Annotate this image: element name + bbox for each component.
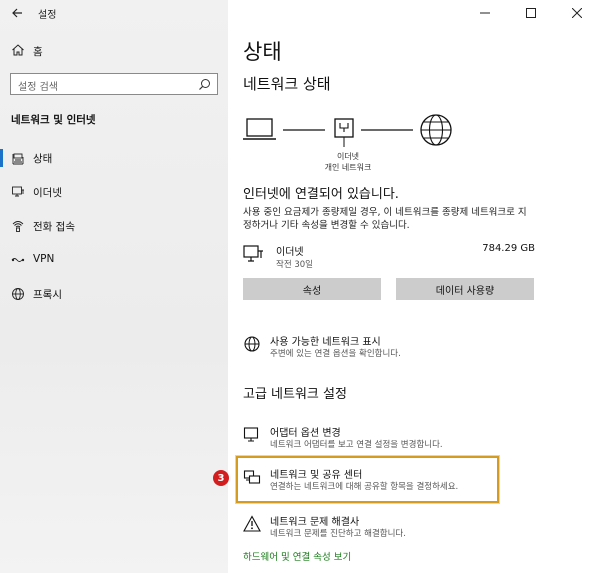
sidebar-item-label: 상태 <box>33 153 53 165</box>
network-status-title: 네트워크 상태 <box>243 75 331 93</box>
ethernet-icon <box>12 186 24 197</box>
sidebar-item-label: 프록시 <box>33 289 62 301</box>
search-icon <box>199 79 210 90</box>
show-networks-link[interactable]: 사용 가능한 네트워크 표시 주변에 있는 연결 옵션을 확인합니다. <box>243 333 573 363</box>
sidebar-item-label: 홈 <box>33 46 43 58</box>
sidebar-item-label: VPN <box>33 253 55 265</box>
sidebar-item-label: 이더넷 <box>33 187 62 199</box>
link-title: 네트워크 및 공유 센터 <box>270 470 363 481</box>
back-button[interactable] <box>8 4 26 22</box>
app-title: 설정 <box>38 10 57 21</box>
internet-globe-icon <box>420 114 452 146</box>
laptop-icon <box>243 118 276 140</box>
sidebar-item-dialup[interactable]: 전화 접속 <box>0 214 228 238</box>
connection-status-description: 사용 중인 요금제가 종량제일 경우, 이 네트워크를 종량제 네트워크로 지정… <box>243 207 527 231</box>
data-usage-button[interactable]: 데이터 사용량 <box>396 278 534 300</box>
sidebar-section-title: 네트워크 및 인터넷 <box>11 114 96 126</box>
close-icon <box>572 8 582 18</box>
title-bar: 설정 <box>0 0 228 26</box>
window-controls <box>462 0 600 26</box>
ethernet-connection-row: 이더넷 작전 30일 784.29 GB <box>243 241 535 273</box>
page-title: 상태 <box>243 40 282 64</box>
link-title: 어댑터 옵션 변경 <box>270 428 341 439</box>
advanced-settings-heading: 고급 네트워크 설정 <box>243 387 347 402</box>
sidebar-item-status[interactable]: 상태 <box>0 146 228 170</box>
link-description: 네트워크 어댑터를 보고 연결 설정을 변경합니다. <box>270 440 443 450</box>
sidebar-item-home[interactable]: 홈 <box>0 40 228 62</box>
globe-network-icon <box>244 336 260 352</box>
dialup-icon <box>12 221 24 232</box>
warning-icon <box>243 515 261 532</box>
active-indicator <box>0 149 3 167</box>
ethernet-icon <box>243 245 263 262</box>
search-placeholder: 설정 검색 <box>18 82 58 93</box>
sharing-center-icon <box>243 470 261 484</box>
sidebar-item-proxy[interactable]: 프록시 <box>0 282 228 306</box>
connection-status-heading: 인터넷에 연결되어 있습니다. <box>243 187 399 202</box>
maximize-button[interactable] <box>508 0 554 26</box>
sidebar-item-ethernet[interactable]: 이더넷 <box>0 180 228 204</box>
sidebar-item-vpn[interactable]: VPN <box>0 248 228 272</box>
home-icon <box>12 44 24 56</box>
minimize-button[interactable] <box>462 0 508 26</box>
link-description: 네트워크 문제를 진단하고 해결합니다. <box>270 529 406 539</box>
link-description: 연결하는 네트워크에 대해 공유할 항목을 결정하세요. <box>270 482 459 492</box>
adapter-name-label: 이더넷 <box>336 152 360 161</box>
properties-button[interactable]: 속성 <box>243 278 381 300</box>
link-title: 네트워크 문제 해결사 <box>270 517 360 528</box>
back-arrow-icon <box>12 8 22 18</box>
connection-name: 이더넷 <box>276 247 304 258</box>
network-troubleshooter-link[interactable]: 네트워크 문제 해결사 네트워크 문제를 진단하고 해결합니다. <box>243 513 573 543</box>
hardware-properties-link[interactable]: 하드웨어 및 연결 속성 보기 <box>243 549 351 563</box>
network-sharing-center-link[interactable]: 네트워크 및 공유 센터 연결하는 네트워크에 대해 공유할 항목을 결정하세요… <box>243 466 573 496</box>
search-input[interactable]: 설정 검색 <box>10 73 218 95</box>
sidebar-item-label: 전화 접속 <box>33 221 75 233</box>
maximize-icon <box>526 8 536 18</box>
connection-period: 작전 30일 <box>276 260 313 270</box>
link-title: 사용 가능한 네트워크 표시 <box>270 337 381 348</box>
minimize-icon <box>480 12 490 14</box>
step-marker: 3 <box>213 470 229 486</box>
vpn-icon <box>11 258 25 262</box>
adapter-options-link[interactable]: 어댑터 옵션 변경 네트워크 어댑터를 보고 연결 설정을 변경합니다. <box>243 424 573 454</box>
ethernet-adapter-icon <box>334 118 354 147</box>
data-used-value: 784.29 GB <box>482 243 535 254</box>
sidebar: 설정 홈 설정 검색 네트워크 및 인터넷 상태 이더넷 전화 접속 VPN 프… <box>0 0 228 573</box>
network-type-label: 개인 네트워크 <box>324 163 372 172</box>
main-content: 상태 네트워크 상태 이더넷 개인 네트워크 인터넷에 연결되어 있습니다. 사… <box>213 0 600 573</box>
link-description: 주변에 있는 연결 옵션을 확인합니다. <box>270 349 401 359</box>
globe-icon <box>12 288 24 300</box>
status-icon <box>12 153 24 165</box>
adapter-icon <box>243 427 259 442</box>
close-button[interactable] <box>554 0 600 26</box>
